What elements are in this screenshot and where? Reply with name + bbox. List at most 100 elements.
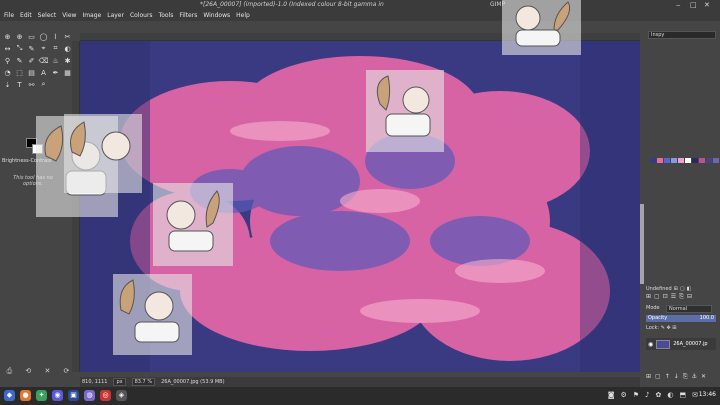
menu-colours[interactable]: Colours (130, 11, 153, 21)
menu-view[interactable]: View (62, 11, 76, 21)
tool-icon[interactable]: ↔ (2, 43, 13, 54)
tray-icon[interactable]: ⬒ (680, 391, 687, 399)
palette-swatch[interactable] (657, 158, 663, 163)
palette-swatch[interactable] (671, 158, 677, 163)
tool-icon[interactable]: ✎ (26, 43, 37, 54)
tray-icon[interactable]: ⚙ (620, 391, 626, 399)
lock-icons[interactable]: ✎ ✥ ⊞ (661, 325, 677, 331)
brush-filter-field[interactable]: Inspy (648, 31, 716, 39)
tool-icon[interactable]: ◔ (2, 67, 13, 78)
opacity-slider[interactable]: Opacity 100.0 (646, 315, 716, 322)
tool-icon[interactable]: ✎ (14, 55, 25, 66)
palette-swatch[interactable] (692, 158, 698, 163)
taskbar-app-icon[interactable]: ◍ (84, 390, 95, 401)
tool-icon[interactable]: ⬚ (14, 67, 25, 78)
tray-icon[interactable]: ⚑ (633, 391, 639, 399)
menu-file[interactable]: File (4, 11, 14, 21)
tray-icon[interactable]: ♪ (645, 391, 649, 399)
taskbar-app-icon[interactable]: ▣ (68, 390, 79, 401)
taskbar-app-icon[interactable]: ● (20, 390, 31, 401)
undefined-tab[interactable]: Undefined (646, 286, 672, 292)
minimize-button[interactable]: ‒ (676, 1, 680, 9)
tool-icon[interactable] (50, 79, 61, 90)
tool-icon[interactable]: A (38, 67, 49, 78)
palette-swatch[interactable] (678, 158, 684, 163)
new-layer-icon[interactable]: ⊞ (646, 373, 651, 381)
menu-edit[interactable]: Edit (20, 11, 32, 21)
menu-help[interactable]: Help (236, 11, 250, 21)
taskbar-app-icon[interactable]: ◈ (116, 390, 127, 401)
taskbar-app-icon[interactable]: ✦ (36, 390, 47, 401)
duplicate-layer-icon[interactable]: ⎘ (683, 373, 688, 381)
menu-tools[interactable]: Tools (159, 11, 174, 21)
delete-preset-icon[interactable]: ✕ (44, 367, 50, 375)
tool-icon[interactable]: ⌖ (38, 43, 49, 54)
menu-select[interactable]: Select (38, 11, 57, 21)
maximize-button[interactable]: □ (690, 1, 697, 9)
palette-swatch[interactable] (706, 158, 712, 163)
raise-layer-icon[interactable]: ↑ (665, 373, 670, 381)
palette-swatch[interactable] (713, 158, 719, 163)
tool-icon[interactable]: ♨ (50, 55, 61, 66)
dock-grid-icon[interactable]: ⊞ (646, 293, 651, 301)
restore-preset-icon[interactable]: ⟲ (25, 367, 31, 375)
tool-icon[interactable]: ⌇ (50, 31, 61, 42)
dock-button-row: ⊞ ▢ ⊡ ☰ ⎘ ⊟ (646, 293, 692, 301)
anchor-layer-icon[interactable]: ⚓ (692, 373, 697, 381)
tray-icon[interactable]: ◐ (667, 391, 673, 399)
menu-layer[interactable]: Layer (107, 11, 124, 21)
sticker-image (153, 183, 233, 266)
opacity-value: 100.0 (699, 315, 714, 321)
mode-select[interactable]: Normal (666, 305, 712, 313)
tool-icon[interactable]: ⚯ (26, 79, 37, 90)
lower-layer-icon[interactable]: ↓ (674, 373, 679, 381)
taskbar-app-icon[interactable]: ◎ (100, 390, 111, 401)
layer-item[interactable]: ◉ 26A_00007.jp (646, 338, 716, 350)
sticker-image (366, 70, 444, 152)
tool-icon[interactable]: ⤡ (14, 43, 25, 54)
layer-group-icon[interactable]: ▢ (655, 373, 661, 381)
tool-icon[interactable]: ✐ (26, 55, 37, 66)
taskbar-app-icon[interactable]: ◉ (52, 390, 63, 401)
tool-icon[interactable]: ⊕ (14, 31, 25, 42)
tray-icon[interactable]: ✉ (692, 391, 698, 399)
tool-icon[interactable]: ◯ (38, 31, 49, 42)
eye-icon[interactable]: ◉ (648, 341, 653, 348)
tool-icon[interactable]: ✒ (50, 67, 61, 78)
taskbar-app-icon[interactable]: ◆ (4, 390, 15, 401)
tool-icon[interactable]: ⌕ (38, 79, 49, 90)
dock-collapse-icon[interactable]: ⊟ (687, 293, 692, 301)
tool-icon[interactable]: ⌗ (50, 43, 61, 54)
menu-windows[interactable]: Windows (203, 11, 230, 21)
palette-swatches[interactable] (650, 158, 719, 163)
tool-icon[interactable]: ▭ (26, 31, 37, 42)
palette-swatch[interactable] (650, 158, 656, 163)
tool-icon[interactable]: ⇣ (2, 79, 13, 90)
tab-icon[interactable]: ▢ (680, 286, 685, 292)
dock-list-icon[interactable]: ☰ (671, 293, 676, 301)
toolbox-bottom-bar: ⎙ ⟲ ✕ ⟳ (0, 365, 76, 377)
reset-icon[interactable]: ⟳ (64, 367, 70, 375)
close-button[interactable]: ✕ (704, 1, 710, 9)
save-preset-icon[interactable]: ⎙ (7, 367, 13, 376)
tab-icon[interactable]: ◧ (687, 286, 692, 292)
tray-icon[interactable]: ✿ (656, 391, 662, 399)
palette-swatch[interactable] (699, 158, 705, 163)
delete-layer-icon[interactable]: ✕ (701, 373, 706, 381)
menu-image[interactable]: Image (82, 11, 101, 21)
dock-copy-icon[interactable]: ⎘ (679, 293, 684, 301)
palette-swatch[interactable] (664, 158, 670, 163)
tool-icon[interactable]: ⊕ (2, 31, 13, 42)
tool-icon[interactable]: T (14, 79, 25, 90)
tab-icon[interactable]: ⊞ (674, 286, 678, 292)
unit-select[interactable]: px (113, 378, 126, 386)
tool-icon[interactable]: ⚲ (2, 55, 13, 66)
tray-icon[interactable]: ◙ (608, 391, 615, 399)
palette-swatch[interactable] (685, 158, 691, 163)
dock-frame-icon[interactable]: ▢ (654, 293, 660, 301)
tool-icon[interactable]: ⌫ (38, 55, 49, 66)
zoom-select[interactable]: 83.7 % (131, 378, 156, 386)
tool-icon[interactable]: ▤ (26, 67, 37, 78)
menu-filters[interactable]: Filters (179, 11, 197, 21)
dock-box-icon[interactable]: ⊡ (663, 293, 668, 301)
